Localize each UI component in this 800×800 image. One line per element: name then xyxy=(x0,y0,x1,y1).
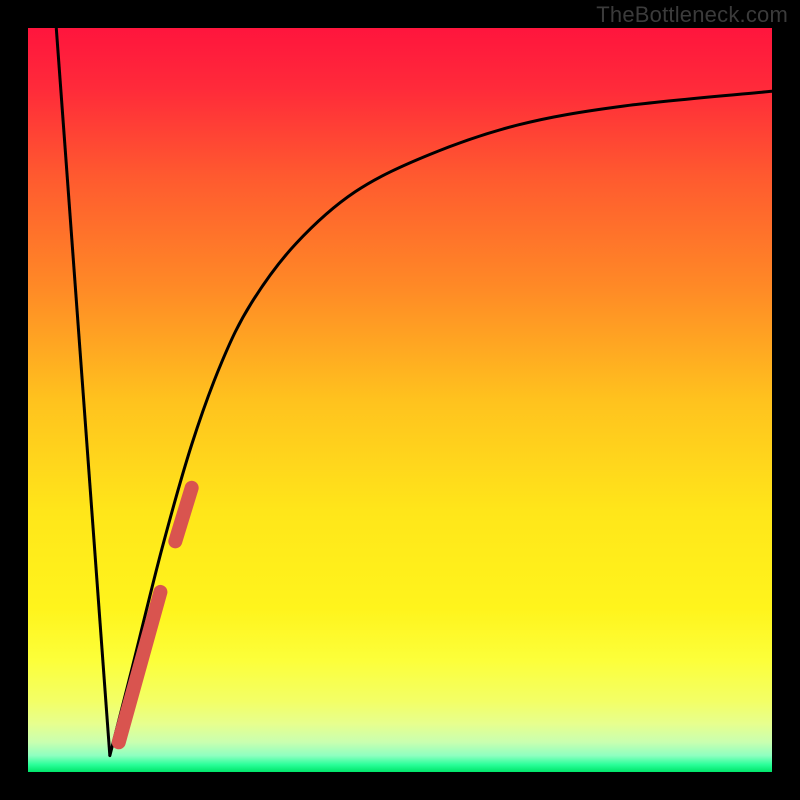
curve-layer xyxy=(28,28,772,772)
chart-stage: TheBottleneck.com xyxy=(0,0,800,800)
watermark-text: TheBottleneck.com xyxy=(596,2,788,28)
plot-area xyxy=(28,28,772,772)
